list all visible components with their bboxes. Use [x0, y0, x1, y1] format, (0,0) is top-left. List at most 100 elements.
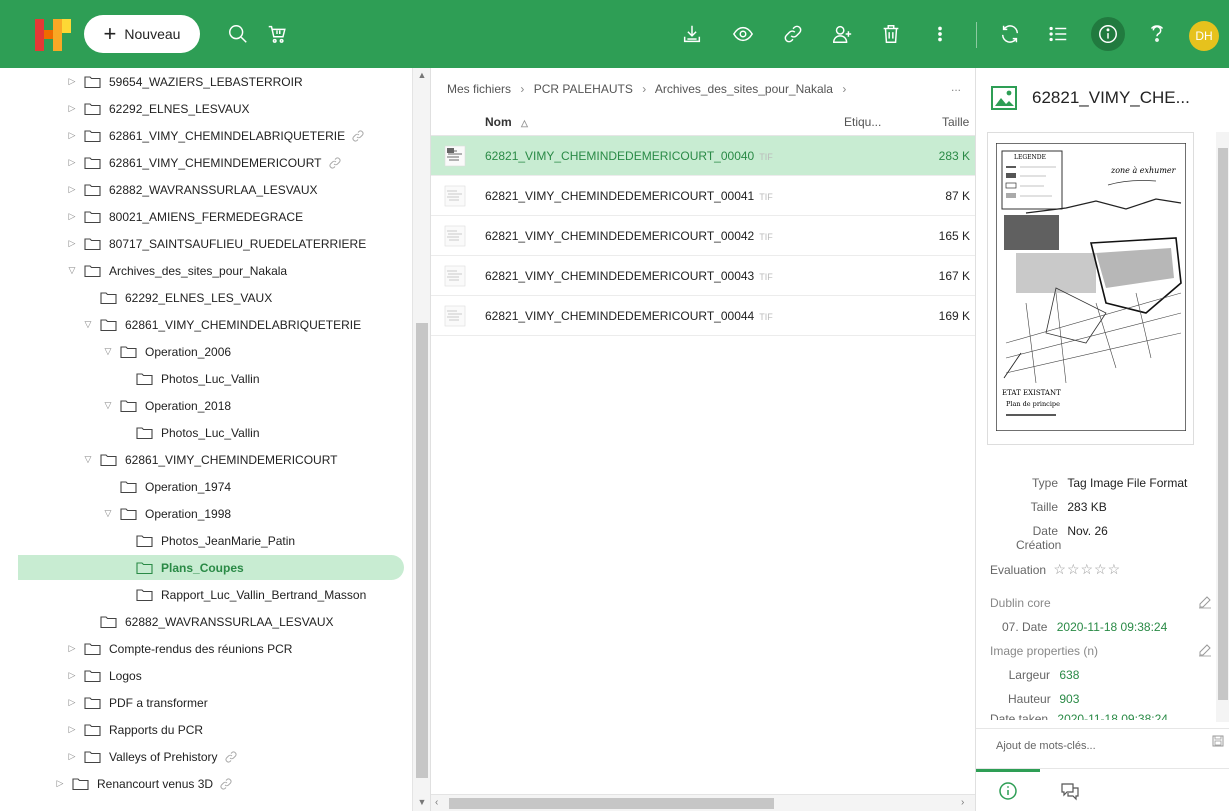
tree-item[interactable]: ▷ 62861_VIMY_CHEMINDELABRIQUETERIE: [0, 122, 412, 149]
scrollbar-thumb[interactable]: [1218, 148, 1228, 700]
user-avatar[interactable]: DH: [1189, 21, 1219, 51]
column-header-tags[interactable]: Etiqu...: [844, 115, 881, 129]
tree-item[interactable]: ▽ Operation_2018: [0, 392, 412, 419]
file-size: 283 K: [938, 149, 970, 163]
caret-right-icon[interactable]: ▷: [66, 184, 78, 195]
edit-icon[interactable]: [1198, 595, 1212, 609]
tree-item[interactable]: ▷ 80717_SAINTSAUFLIEU_RUEDELATERRIERE: [0, 230, 412, 257]
scroll-down-arrow[interactable]: ▼: [413, 797, 431, 807]
caret-right-icon[interactable]: ▷: [66, 238, 78, 249]
tree-item[interactable]: Operation_1974: [0, 473, 412, 500]
tree-item[interactable]: ▷ Rapports du PCR: [0, 716, 412, 743]
eye-icon[interactable]: [731, 22, 755, 46]
tree-item[interactable]: Photos_JeanMarie_Patin: [0, 527, 412, 554]
tree-item[interactable]: Rapport_Luc_Vallin_Bertrand_Masson: [0, 581, 412, 608]
cart-icon[interactable]: [265, 22, 289, 46]
tree-item[interactable]: ▷ 62861_VIMY_CHEMINDEMERICOURT: [0, 149, 412, 176]
tree-item[interactable]: ▽ Archives_des_sites_pour_Nakala: [0, 257, 412, 284]
caret-down-icon[interactable]: ▽: [82, 319, 94, 330]
file-row[interactable]: 62821_VIMY_CHEMINDEDEMERICOURT_00042 TIF 1…: [431, 216, 976, 256]
download-icon[interactable]: [680, 22, 704, 46]
new-button[interactable]: + Nouveau: [84, 15, 200, 53]
tree-item-label: Archives_des_sites_pour_Nakala: [109, 263, 288, 278]
caret-down-icon[interactable]: ▽: [66, 265, 78, 276]
tree-item[interactable]: ▽ 62861_VIMY_CHEMINDELABRIQUETERIE: [0, 311, 412, 338]
details-scrollbar[interactable]: [1216, 132, 1229, 722]
file-name: 62821_VIMY_CHEMINDEDEMERICOURT_00041 TIF: [485, 189, 773, 203]
tree-item[interactable]: ▷ PDF a transformer: [0, 689, 412, 716]
file-row[interactable]: 62821_VIMY_CHEMINDEDEMERICOURT_00040 TIF 2…: [431, 136, 976, 176]
tree-item[interactable]: ▽ Operation_2006: [0, 338, 412, 365]
tree-item[interactable]: ▷ 80021_AMIENS_FERMEDEGRACE: [0, 203, 412, 230]
prop-type: Type Tag Image File Format: [1031, 476, 1188, 490]
save-icon[interactable]: [1212, 735, 1224, 747]
tree-item[interactable]: ▽ Operation_1998: [0, 500, 412, 527]
scroll-up-arrow[interactable]: ▲: [413, 70, 431, 80]
tree-item[interactable]: ▷ Logos: [0, 662, 412, 689]
file-row[interactable]: 62821_VIMY_CHEMINDEDEMERICOURT_00041 TIF 8…: [431, 176, 976, 216]
breadcrumb-more-button[interactable]: ...: [951, 80, 961, 94]
tree-item[interactable]: 62882_WAVRANSSURLAA_LESVAUX: [0, 608, 412, 635]
caret-down-icon[interactable]: ▽: [102, 508, 114, 519]
caret-right-icon[interactable]: ▷: [66, 643, 78, 654]
info-icon[interactable]: [1096, 22, 1120, 46]
tree-item[interactable]: ▷ 59654_WAZIERS_LEBASTERROIR: [0, 68, 412, 95]
breadcrumb-item[interactable]: Mes fichiers: [447, 82, 511, 96]
caret-right-icon[interactable]: ▷: [66, 670, 78, 681]
caret-right-icon[interactable]: ▷: [54, 778, 66, 789]
caret-down-icon[interactable]: ▽: [102, 346, 114, 357]
tree-item[interactable]: 62292_ELNES_LES_VAUX: [0, 284, 412, 311]
column-header-size[interactable]: Taille: [942, 115, 969, 129]
tab-comments-icon[interactable]: [1060, 781, 1080, 801]
search-icon[interactable]: [226, 22, 250, 46]
rating-stars[interactable]: ☆☆☆☆☆: [1053, 561, 1121, 577]
tree-item[interactable]: ▷ Compte-rendus des réunions PCR: [0, 635, 412, 662]
tree-item[interactable]: Photos_Luc_Vallin: [0, 419, 412, 446]
caret-right-icon[interactable]: ▷: [66, 103, 78, 114]
tree-item[interactable]: Plans_Coupes: [0, 554, 412, 581]
caret-right-icon[interactable]: ▷: [66, 751, 78, 762]
tree-item[interactable]: Photos_Luc_Vallin: [0, 365, 412, 392]
tree-item[interactable]: ▷ Valleys of Prehistory: [0, 743, 412, 770]
image-preview[interactable]: LEGENDE zone à exhumer ETAT EXISTANT Pla…: [987, 132, 1194, 445]
dublin-core-section: Dublin core: [990, 596, 1051, 610]
link-icon[interactable]: [781, 22, 805, 46]
more-icon[interactable]: [928, 22, 952, 46]
refresh-icon[interactable]: [998, 22, 1022, 46]
column-header-name[interactable]: Nom △: [485, 115, 528, 129]
tree-item[interactable]: ▷ Renancourt venus 3D: [0, 770, 412, 797]
new-button-label: Nouveau: [124, 26, 181, 42]
caret-down-icon[interactable]: ▽: [102, 400, 114, 411]
add-user-icon[interactable]: [830, 22, 854, 46]
scrollbar-thumb[interactable]: [416, 323, 428, 778]
caret-down-icon[interactable]: ▽: [82, 454, 94, 465]
trash-icon[interactable]: [879, 22, 903, 46]
scroll-left-arrow[interactable]: ‹: [435, 797, 438, 808]
tree-item[interactable]: ▷ 62882_WAVRANSSURLAA_LESVAUX: [0, 176, 412, 203]
app-logo[interactable]: [33, 17, 73, 53]
file-row[interactable]: 62821_VIMY_CHEMINDEDEMERICOURT_00043 TIF 1…: [431, 256, 976, 296]
scrollbar-thumb[interactable]: [449, 798, 774, 809]
tree-item-label: 62292_ELNES_LES_VAUX: [125, 290, 273, 305]
help-icon[interactable]: [1145, 22, 1169, 46]
list-view-icon[interactable]: [1046, 22, 1070, 46]
folder-icon: [136, 562, 153, 574]
caret-right-icon[interactable]: ▷: [66, 697, 78, 708]
caret-right-icon[interactable]: ▷: [66, 724, 78, 735]
horizontal-scrollbar[interactable]: ‹ ›: [431, 794, 976, 811]
edit-icon[interactable]: [1198, 643, 1212, 657]
caret-right-icon[interactable]: ▷: [66, 157, 78, 168]
breadcrumb: Mes fichiers › PCR PALEHAUTS › Archives_…: [447, 82, 852, 96]
caret-right-icon[interactable]: ▷: [66, 130, 78, 141]
tree-scrollbar[interactable]: ▲ ▼: [412, 68, 430, 811]
tree-item[interactable]: ▷ 62292_ELNES_LESVAUX: [0, 95, 412, 122]
tree-item[interactable]: ▽ 62861_VIMY_CHEMINDEMERICOURT: [0, 446, 412, 473]
breadcrumb-item[interactable]: PCR PALEHAUTS: [534, 82, 633, 96]
keywords-field[interactable]: Ajout de mots-clés...: [976, 728, 1229, 764]
file-row[interactable]: 62821_VIMY_CHEMINDEDEMERICOURT_00044 TIF 1…: [431, 296, 976, 336]
caret-right-icon[interactable]: ▷: [66, 76, 78, 87]
caret-right-icon[interactable]: ▷: [66, 211, 78, 222]
scroll-right-arrow[interactable]: ›: [961, 797, 964, 808]
tab-info-icon[interactable]: [998, 781, 1018, 801]
breadcrumb-item[interactable]: Archives_des_sites_pour_Nakala: [655, 82, 833, 96]
